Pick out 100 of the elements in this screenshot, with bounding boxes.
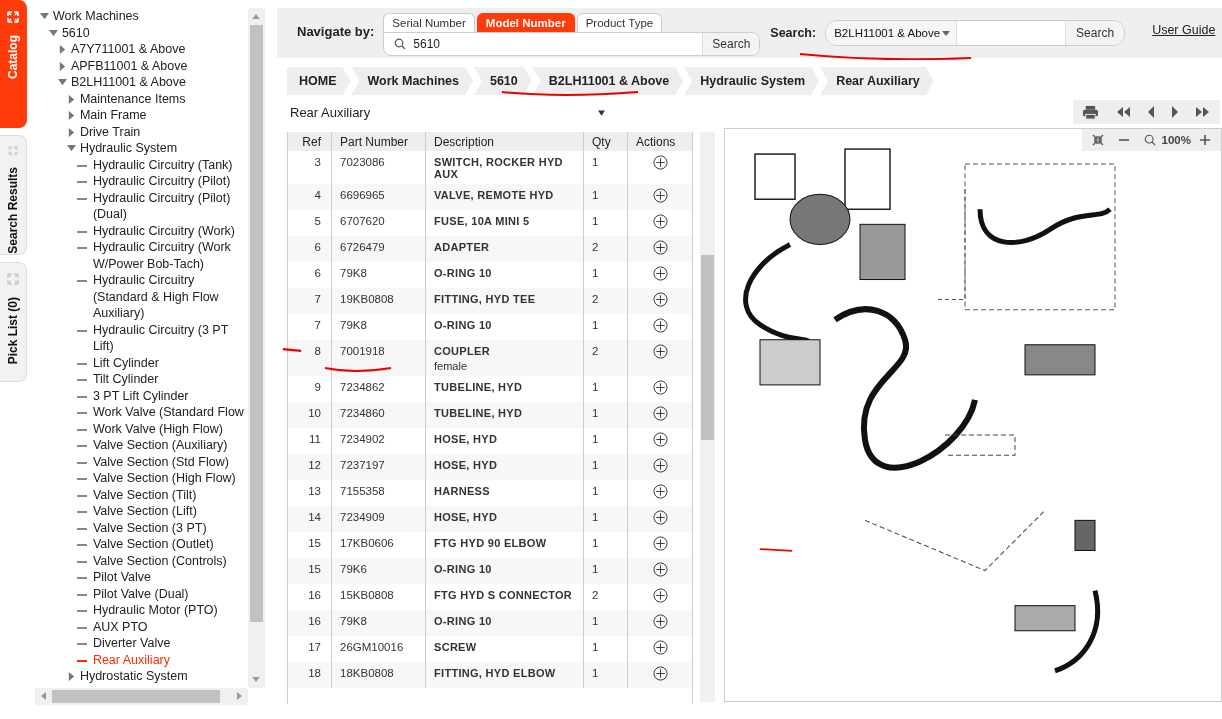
add-icon[interactable]	[652, 266, 668, 281]
add-icon[interactable]	[652, 562, 668, 577]
tree-item[interactable]: Valve Section (High Flow)	[92, 470, 248, 487]
add-icon[interactable]	[652, 214, 668, 229]
tree-item[interactable]: 3 PT Lift Cylinder	[92, 387, 248, 404]
tree-item[interactable]: Tilt Cylinder	[92, 371, 248, 388]
zoom-icon[interactable]	[1143, 134, 1156, 146]
tree-item[interactable]: Drive Train	[79, 123, 141, 140]
expand-triangle-icon[interactable]	[66, 94, 76, 104]
tree-item[interactable]: Hydraulic Circuitry (Pilot)	[92, 173, 248, 190]
collapse-triangle-icon[interactable]	[57, 78, 67, 87]
tree-item[interactable]: Diverter Valve	[92, 635, 248, 652]
breadcrumb-item[interactable]: 5610	[473, 67, 532, 95]
breadcrumb-item[interactable]: Rear Auxiliary	[820, 67, 934, 95]
tree-item[interactable]: Work Machines	[52, 8, 139, 25]
add-icon[interactable]	[652, 155, 668, 170]
add-icon[interactable]	[652, 614, 668, 629]
tree-item[interactable]: AUX PTO	[92, 618, 248, 635]
tree-item[interactable]: Pilot Valve	[92, 569, 248, 586]
tree-item[interactable]: Hydraulic Circuitry (Work W/Power Bob-Tach)	[92, 239, 248, 272]
add-icon[interactable]	[652, 344, 668, 359]
tree-item[interactable]: Maintenance Items	[79, 90, 186, 107]
fit-icon[interactable]	[1091, 134, 1104, 146]
table-cell: 7	[314, 293, 321, 305]
tree-item[interactable]: Valve Section (3 PT)	[92, 519, 248, 536]
breadcrumb-item[interactable]: Work Machines	[351, 67, 473, 95]
collapse-triangle-icon[interactable]	[48, 28, 58, 38]
zoom-in-icon[interactable]	[1199, 134, 1211, 146]
navigate-tab[interactable]: Model Number	[476, 12, 575, 32]
section-dropdown[interactable]: Rear Auxiliary	[290, 100, 605, 125]
scrollbar[interactable]	[34, 688, 248, 705]
breadcrumb-item[interactable]: HOME	[287, 67, 351, 95]
previous-icon[interactable]	[1147, 106, 1155, 118]
tree-item[interactable]: Hydraulic Motor (PTO)	[92, 602, 248, 619]
next-icon[interactable]	[1171, 106, 1179, 118]
tree-item[interactable]: Hydraulic Circuitry (3 PT Lift)	[92, 321, 248, 355]
search-button[interactable]: Search	[1065, 21, 1125, 45]
collapse-triangle-icon[interactable]	[66, 144, 76, 153]
add-icon[interactable]	[652, 380, 668, 395]
add-icon[interactable]	[652, 432, 668, 447]
last-page-icon[interactable]	[1195, 106, 1211, 118]
tree-item[interactable]: Valve Section (Lift)	[92, 503, 248, 520]
tree-item[interactable]: Hydraulic Circuitry (Standard & High Flow Auxiliary)	[92, 272, 248, 322]
add-icon[interactable]	[652, 406, 668, 421]
tree-item[interactable]: Hydraulic Circuitry (Work)	[92, 222, 248, 239]
add-icon[interactable]	[652, 510, 668, 525]
side-tab[interactable]: Catalog	[0, 0, 27, 128]
first-page-icon[interactable]	[1115, 106, 1131, 118]
tree-item[interactable]: Valve Section (Auxiliary)	[92, 437, 248, 454]
tree-item[interactable]: Main Frame	[79, 107, 147, 124]
collapse-triangle-icon[interactable]	[39, 12, 49, 21]
tree-item[interactable]: Work Valve (High Flow)	[92, 420, 248, 437]
annotation-stroke	[323, 365, 393, 373]
breadcrumb-item[interactable]: B2LH11001 & Above	[532, 67, 684, 95]
tree-item[interactable]: 5610	[61, 24, 90, 41]
add-icon[interactable]	[652, 588, 668, 603]
tree-item[interactable]: B2LH11001 & Above	[70, 74, 187, 91]
tree-item[interactable]: Hydraulic Circuitry (Tank)	[92, 156, 248, 173]
add-icon[interactable]	[652, 188, 668, 203]
print-icon[interactable]	[1082, 104, 1099, 120]
user-guide-link[interactable]: User Guide	[1152, 23, 1216, 37]
navigate-tab[interactable]: Product Type	[576, 12, 663, 32]
add-icon[interactable]	[652, 240, 668, 255]
scrollbar[interactable]	[247, 8, 265, 688]
add-icon[interactable]	[652, 292, 668, 307]
search-field[interactable]	[956, 21, 1066, 45]
tree-item[interactable]: Valve Section (Outlet)	[92, 536, 248, 553]
add-icon[interactable]	[652, 484, 668, 499]
breadcrumb-item[interactable]: Hydraulic System	[684, 67, 820, 95]
side-tab[interactable]: Pick List (0)	[0, 262, 27, 382]
tree-item[interactable]: Rear Auxiliary	[92, 651, 248, 668]
tree-dash-icon	[76, 544, 87, 546]
side-tab[interactable]: Search Results	[0, 135, 27, 255]
add-icon[interactable]	[652, 536, 668, 551]
tree-item[interactable]: Lift Cylinder	[92, 354, 248, 371]
add-icon[interactable]	[652, 458, 668, 473]
table-cell: 1	[592, 511, 599, 523]
expand-triangle-icon[interactable]	[57, 61, 67, 71]
add-icon[interactable]	[652, 666, 668, 681]
tree-item[interactable]: Work Valve (Standard Flow	[92, 404, 248, 421]
expand-icon	[6, 273, 19, 285]
tree-item[interactable]: Valve Section (Controls)	[92, 552, 248, 569]
table-cell: 7001918	[340, 345, 385, 357]
tree-item[interactable]: Hydrostatic System	[79, 668, 188, 685]
tree-item[interactable]: Pilot Valve (Dual)	[92, 585, 248, 602]
navigate-tab[interactable]: Serial Number	[383, 12, 475, 32]
tree-item[interactable]: Valve Section (Std Flow)	[92, 453, 248, 470]
expand-triangle-icon[interactable]	[66, 111, 76, 120]
tree-item[interactable]: Valve Section (Tilt)	[92, 486, 248, 503]
scrollbar[interactable]	[700, 132, 715, 702]
expand-triangle-icon[interactable]	[66, 127, 76, 137]
add-icon[interactable]	[652, 318, 668, 333]
tree-item[interactable]: APFB11001 & Above	[70, 57, 188, 74]
expand-icon	[6, 11, 19, 23]
add-icon[interactable]	[652, 640, 668, 655]
tree-item[interactable]: A7Y711001 & Above	[70, 41, 186, 58]
tree-item[interactable]: Hydraulic System	[79, 140, 178, 157]
tree-item[interactable]: Hydraulic Circuitry (Pilot) (Dual)	[92, 189, 248, 223]
expand-triangle-icon[interactable]	[66, 672, 76, 681]
expand-triangle-icon[interactable]	[57, 45, 67, 54]
